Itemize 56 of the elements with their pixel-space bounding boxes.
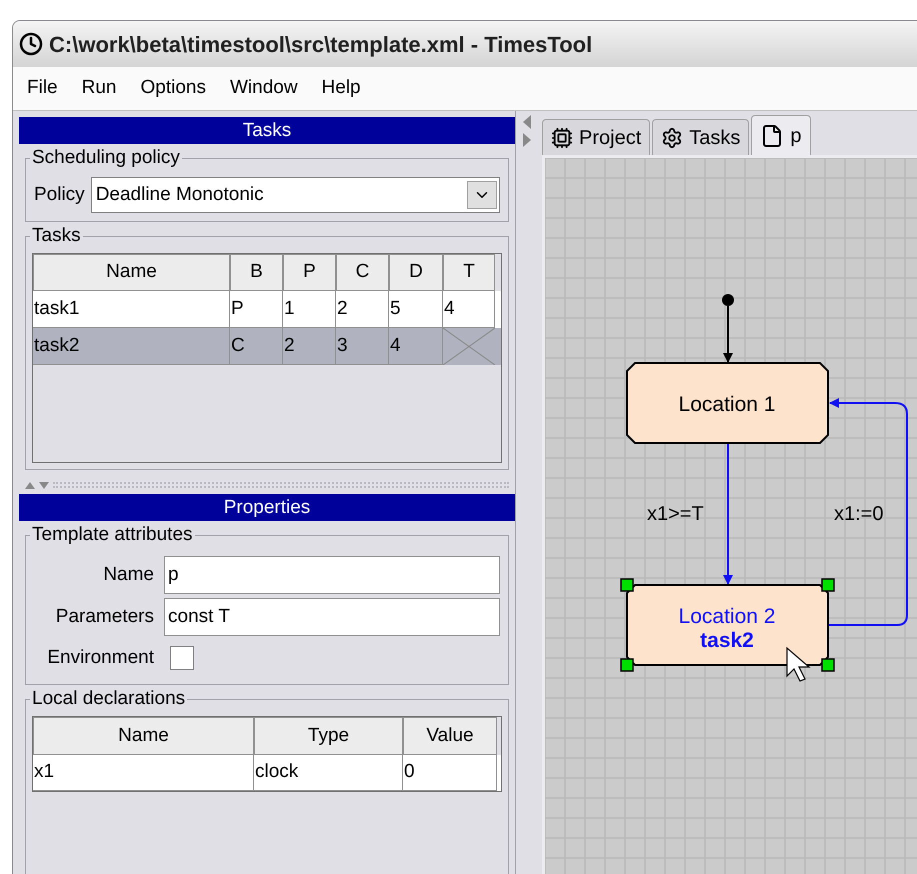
name-field[interactable]: p <box>164 556 500 594</box>
group-title: Scheduling policy <box>30 146 182 170</box>
update-label[interactable]: x1:=0 <box>834 503 884 525</box>
environment-checkbox[interactable] <box>170 646 194 670</box>
tab[interactable]: p <box>751 115 810 155</box>
menu-item[interactable]: File <box>27 74 58 103</box>
menu-item[interactable]: Run <box>82 74 116 103</box>
table-cell: 3 <box>336 328 389 365</box>
table-cell: 0 <box>403 755 497 791</box>
menu-item[interactable]: Help <box>322 74 361 103</box>
collapse-left-icon[interactable] <box>523 115 531 129</box>
chip-icon <box>551 126 573 148</box>
table-row[interactable]: x1 clock 0 <box>33 755 501 791</box>
column-header[interactable]: Type <box>254 717 403 755</box>
parameters-field[interactable]: const T <box>164 598 500 636</box>
column-header[interactable]: Name <box>33 717 254 755</box>
column-header[interactable]: Name <box>33 254 230 291</box>
transition-arrow[interactable] <box>723 444 733 585</box>
field-label: Policy <box>34 182 85 207</box>
field-label: Environment <box>46 646 154 670</box>
tab[interactable]: Tasks <box>652 119 750 155</box>
policy-dropdown[interactable]: Deadline Monotonic <box>90 177 500 213</box>
disabled-cell-icon <box>443 328 495 365</box>
column-header[interactable]: T <box>443 254 495 291</box>
field-label: Parameters <box>54 604 154 629</box>
table-row[interactable]: task2 C 2 3 4 <box>33 328 501 365</box>
mouse-pointer-icon <box>786 646 811 682</box>
column-header[interactable]: P <box>283 254 336 291</box>
guard-label[interactable]: x1>=T <box>647 503 704 525</box>
clock-icon <box>19 32 43 56</box>
transition-arrow[interactable] <box>829 398 908 626</box>
table-cell: task2 <box>33 328 230 365</box>
table-cell: clock <box>254 755 403 791</box>
menu-item[interactable]: Options <box>140 74 206 103</box>
table-row[interactable]: task1 P 1 2 5 4 <box>33 291 501 328</box>
location-node[interactable]: Location 1 <box>626 362 829 444</box>
table-cell: 2 <box>283 328 336 365</box>
menu-item[interactable]: Window <box>230 74 298 103</box>
gear-icon <box>661 126 684 148</box>
initial-arrow <box>722 294 734 363</box>
field-label: Name <box>102 562 154 587</box>
panel-header: Properties <box>19 494 515 521</box>
table-cell: x1 <box>33 755 254 791</box>
panel-header: Tasks <box>19 117 515 144</box>
expand-down-icon[interactable] <box>39 482 49 488</box>
column-header[interactable]: C <box>336 254 389 291</box>
tab[interactable]: Project <box>542 119 650 155</box>
column-header[interactable]: B <box>230 254 283 291</box>
column-header[interactable]: D <box>389 254 443 291</box>
expand-right-icon[interactable] <box>523 133 531 147</box>
table-cell: 4 <box>389 328 443 365</box>
table-cell: C <box>230 328 283 365</box>
column-header[interactable]: Value <box>403 717 497 755</box>
group-title: Template attributes <box>30 523 195 547</box>
window-title: C:\work\beta\timestool\src\template.xml - TimesTool <box>49 30 592 59</box>
collapse-up-icon[interactable] <box>25 482 35 488</box>
